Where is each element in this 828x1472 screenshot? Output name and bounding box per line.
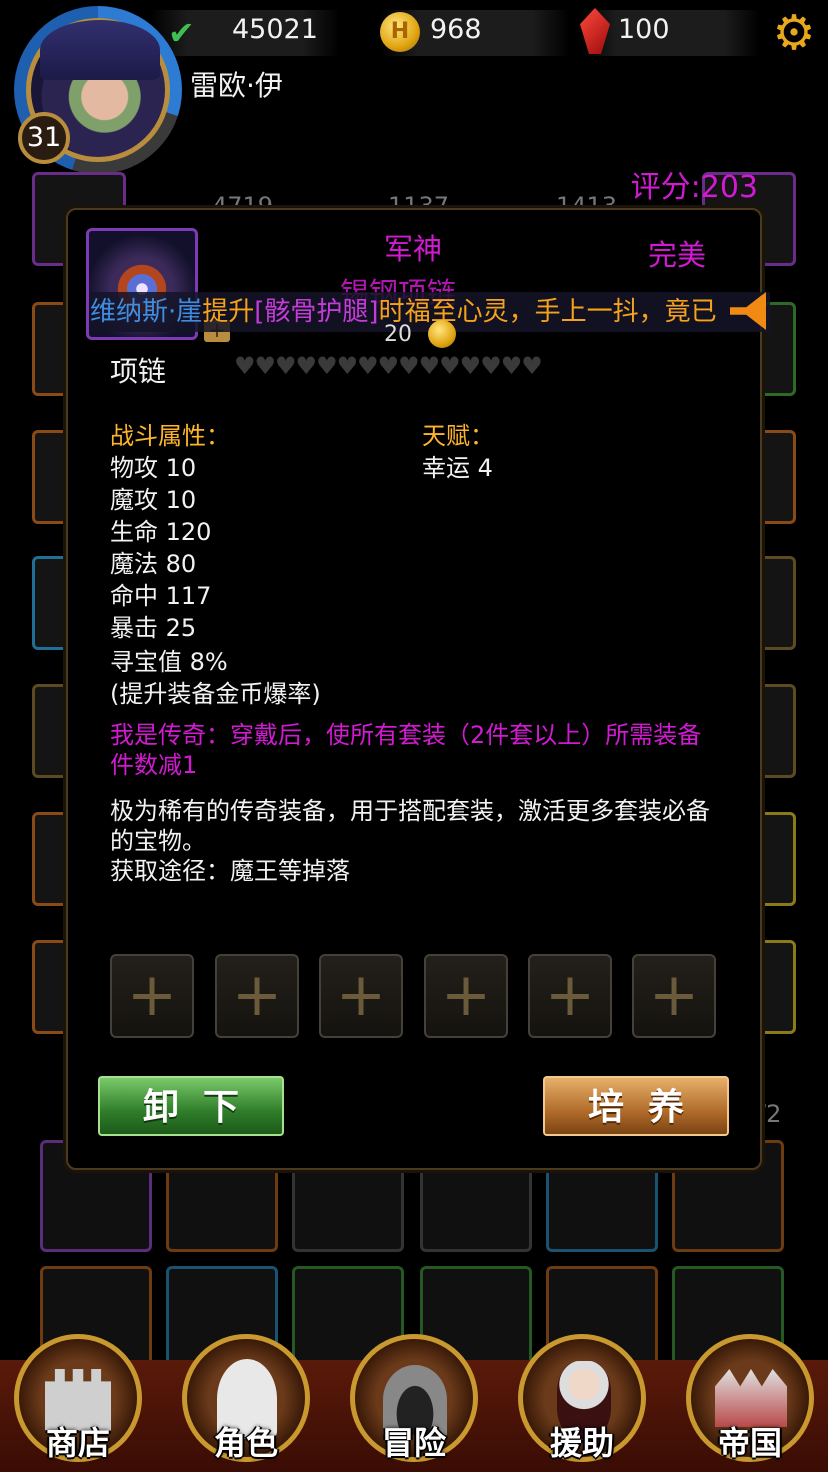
stat-hit: 命中 117 xyxy=(110,582,212,610)
exp-value: 45021 xyxy=(232,14,318,45)
gem-socket[interactable]: + xyxy=(528,954,612,1038)
nav-adventure-label: 冒险 xyxy=(381,1424,446,1462)
gem-socket[interactable]: + xyxy=(632,954,716,1038)
stat-crit: 暴击 25 xyxy=(110,614,197,642)
enhance-cost: 20 xyxy=(384,322,412,347)
description-text: 极为稀有的传奇装备，用于搭配套装，激活更多套装必备的宝物。 xyxy=(110,797,710,855)
level-badge: 31 xyxy=(18,112,70,164)
coin-value: 968 xyxy=(430,14,482,45)
score: 评分:203 xyxy=(630,170,758,205)
coin-icon xyxy=(428,320,456,348)
item-quality: 完美 xyxy=(648,238,707,272)
avatar-hat xyxy=(40,20,160,80)
combat-stats-title: 战斗属性： xyxy=(110,422,230,450)
nav-empire-label: 帝国 xyxy=(717,1424,782,1462)
stat-mp: 魔法 80 xyxy=(110,550,197,578)
nav-shop-label: 商店 xyxy=(45,1424,110,1462)
item-description: 极为稀有的传奇装备，用于搭配套装，激活更多套装必备的宝物。 获取途径：魔王等掉落 xyxy=(110,796,730,886)
slot-type: 项链 xyxy=(110,355,167,388)
gem-socket[interactable]: + xyxy=(215,954,299,1038)
stat-hp: 生命 120 xyxy=(110,518,212,546)
source-text: 获取途径：魔王等掉落 xyxy=(110,857,350,885)
unequip-button[interactable]: 卸下 xyxy=(98,1076,284,1136)
broadcast-verb: 提升 xyxy=(202,297,255,327)
heart-icon: ♥♥♥♥♥♥♥♥♥♥♥♥♥♥♥ xyxy=(234,352,543,380)
stat-treasure-note: (提升装备金币爆率) xyxy=(110,680,321,708)
player-name: 雷欧·伊 xyxy=(190,69,283,102)
nav-character-label: 角色 xyxy=(213,1424,278,1462)
gem-value: 100 xyxy=(618,14,670,45)
stat-treasure: 寻宝值 8% xyxy=(110,648,228,676)
item-title-prefix: 军神 xyxy=(384,232,443,266)
gem-socket[interactable]: + xyxy=(319,954,403,1038)
set-effect: 我是传奇：穿戴后，使所有套装（2件套以上）所需装备件数减1 xyxy=(110,721,702,779)
check-icon: ✔ xyxy=(168,14,195,52)
gear-icon[interactable]: ⚙ xyxy=(768,9,820,57)
broadcast-player: 维纳斯·崖 xyxy=(90,297,203,327)
nav-assist-label: 援助 xyxy=(549,1424,614,1462)
coin-icon: H xyxy=(380,12,420,52)
talent-luck: 幸运 4 xyxy=(422,454,493,482)
broadcast-text: 时福至心灵，手上一抖，竟已 xyxy=(378,297,717,327)
gem-socket[interactable]: + xyxy=(424,954,508,1038)
gem-socket[interactable]: + xyxy=(110,954,194,1038)
talent-title: 天赋： xyxy=(422,422,494,450)
stat-physical-attack: 物攻 10 xyxy=(110,454,197,482)
train-button[interactable]: 培养 xyxy=(543,1076,729,1136)
stat-magic-attack: 魔攻 10 xyxy=(110,486,197,514)
broadcast-item: [骸骨护腿] xyxy=(254,297,379,327)
